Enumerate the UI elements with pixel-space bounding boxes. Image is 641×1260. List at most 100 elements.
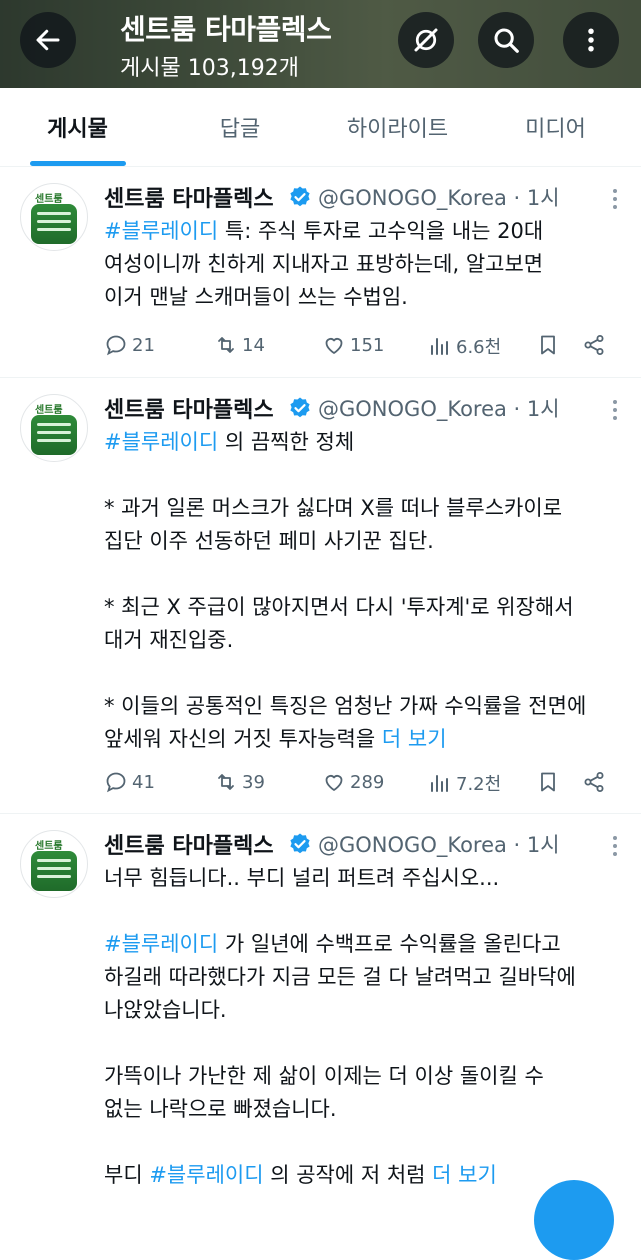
hashtag-link[interactable]: #블루레이디 bbox=[149, 1163, 263, 1187]
reply-button[interactable]: 21 bbox=[104, 333, 155, 357]
profile-header: 센트룸 타마플렉스 게시물 103,192개 bbox=[0, 0, 641, 88]
show-more-link[interactable]: 더 보기 bbox=[382, 727, 447, 751]
heart-icon bbox=[325, 338, 343, 354]
post-line-text: * 최근 X 주급이 많아지면서 다시 '투자계'로 위장해서 bbox=[104, 595, 574, 619]
reply-button[interactable]: 41 bbox=[104, 770, 155, 794]
profile-tabs: 게시물 답글 하이라이트 미디어 bbox=[0, 88, 641, 167]
post-line-text: 너무 힘듭니다.. 부디 널리 퍼트려 주십시오... bbox=[104, 866, 500, 890]
post-more-icon[interactable] bbox=[611, 400, 619, 422]
post-line bbox=[104, 459, 624, 492]
back-button[interactable] bbox=[20, 12, 76, 68]
post-line: 없는 나락으로 빠졌습니다. bbox=[104, 1093, 624, 1126]
grok-button[interactable] bbox=[398, 12, 454, 68]
reply-count: 41 bbox=[132, 771, 155, 793]
tab-posts[interactable]: 게시물 bbox=[0, 88, 155, 166]
post-line-text: 없는 나락으로 빠졌습니다. bbox=[104, 1097, 337, 1121]
share-button[interactable] bbox=[582, 333, 610, 357]
share-icon bbox=[584, 335, 604, 355]
search-button[interactable] bbox=[478, 12, 534, 68]
product-image bbox=[31, 204, 77, 244]
tab-media[interactable]: 미디어 bbox=[470, 88, 641, 166]
like-button[interactable]: 289 bbox=[322, 770, 384, 794]
like-count: 151 bbox=[350, 334, 385, 356]
post-line-text: 이거 맨날 스캐머들이 쓰는 수법임. bbox=[104, 285, 408, 309]
tab-highlights-label: 하이라이트 bbox=[346, 117, 449, 142]
bookmark-button[interactable] bbox=[536, 770, 564, 794]
post-line bbox=[104, 657, 624, 690]
verified-badge-icon bbox=[290, 833, 310, 854]
more-options-button[interactable] bbox=[563, 12, 619, 68]
author-handle[interactable]: @GONOGO_Korea · 1시 bbox=[318, 182, 560, 212]
views-button[interactable]: 7.2천 bbox=[428, 770, 501, 796]
views-button[interactable]: 6.6천 bbox=[428, 333, 501, 359]
avatar-logo: 센트룸 bbox=[35, 405, 63, 416]
bookmark-button[interactable] bbox=[536, 333, 564, 357]
like-count: 289 bbox=[350, 771, 385, 793]
post-actions: 21 14 151 6.6천 bbox=[104, 333, 624, 363]
author-handle[interactable]: @GONOGO_Korea · 1시 bbox=[318, 829, 560, 859]
repost-button[interactable]: 39 bbox=[214, 770, 265, 794]
post-line: * 최근 X 주급이 많아지면서 다시 '투자계'로 위장해서 bbox=[104, 591, 624, 624]
post-line: 부디 #블루레이디 의 공작에 저 처럼 더 보기 bbox=[104, 1159, 624, 1192]
post-line: #블루레이디 가 일년에 수백프로 수익률을 올린다고 bbox=[104, 928, 624, 961]
post-line-text: 여성이니까 친하게 지내자고 표방하는데, 알고보면 bbox=[104, 252, 544, 276]
author-name[interactable]: 센트룸 타마플렉스 bbox=[104, 392, 274, 424]
repost-count: 39 bbox=[242, 771, 265, 793]
avatar[interactable]: 센트룸 bbox=[20, 183, 88, 251]
verified-badge-icon bbox=[290, 186, 310, 207]
post-text: #블루레이디 특: 주식 투자로 고수익을 내는 20대 여성이니까 친하게 지… bbox=[104, 215, 624, 314]
view-count: 6.6천 bbox=[456, 337, 502, 358]
post-line-text: 특: 주식 투자로 고수익을 내는 20대 bbox=[218, 219, 544, 243]
views-chart-icon bbox=[431, 338, 448, 355]
share-icon bbox=[584, 772, 604, 792]
post-line: 가뜩이나 가난한 제 삶이 이제는 더 이상 돌이킬 수 bbox=[104, 1060, 624, 1093]
hashtag-link[interactable]: #블루레이디 bbox=[104, 430, 218, 454]
product-image bbox=[31, 415, 77, 455]
show-more-link[interactable]: 더 보기 bbox=[432, 1163, 497, 1187]
avatar[interactable]: 센트룸 bbox=[20, 394, 88, 462]
bookmark-icon bbox=[541, 335, 555, 355]
active-tab-indicator bbox=[29, 161, 126, 166]
like-button[interactable]: 151 bbox=[322, 333, 384, 357]
post-item[interactable]: 센트룸 센트룸 타마플렉스 @GONOGO_Korea · 1시 #블루레이디 … bbox=[0, 378, 641, 814]
post-line-text: 가 일년에 수백프로 수익률을 올린다고 bbox=[218, 932, 561, 956]
tab-replies-label: 답글 bbox=[219, 117, 261, 142]
product-image bbox=[31, 851, 77, 891]
page-title: 센트룸 타마플렉스 bbox=[120, 13, 332, 46]
post-line-text: 하길래 따라했다가 지금 모든 걸 다 날려먹고 길바닥에 bbox=[104, 965, 576, 989]
post-item[interactable]: 센트룸 센트룸 타마플렉스 @GONOGO_Korea · 1시 #블루레이디 … bbox=[0, 167, 641, 378]
post-line bbox=[104, 1027, 624, 1060]
back-arrow-icon bbox=[36, 29, 60, 51]
repost-button[interactable]: 14 bbox=[214, 333, 265, 357]
post-line-text: 대거 재진입중. bbox=[104, 628, 234, 652]
post-line: * 이들의 공통적인 특징은 엄청난 가짜 수익률을 전면에 bbox=[104, 690, 624, 723]
post-line-text: * 이들의 공통적인 특징은 엄청난 가짜 수익률을 전면에 bbox=[104, 694, 587, 718]
hashtag-link[interactable]: #블루레이디 bbox=[104, 932, 218, 956]
post-line-text: 의 끔찍한 정체 bbox=[218, 430, 355, 454]
avatar[interactable]: 센트룸 bbox=[20, 830, 88, 898]
author-name[interactable]: 센트룸 타마플렉스 bbox=[104, 181, 274, 213]
reply-count: 21 bbox=[132, 334, 155, 356]
view-count: 7.2천 bbox=[456, 774, 502, 795]
tab-replies[interactable]: 답글 bbox=[155, 88, 325, 166]
post-line: #블루레이디 의 끔찍한 정체 bbox=[104, 426, 624, 459]
post-more-icon[interactable] bbox=[611, 189, 619, 211]
tab-media-label: 미디어 bbox=[525, 117, 586, 142]
author-handle[interactable]: @GONOGO_Korea · 1시 bbox=[318, 393, 560, 423]
post-item[interactable]: 센트룸 센트룸 타마플렉스 @GONOGO_Korea · 1시 너무 힘듭니다… bbox=[0, 814, 641, 1200]
heart-icon bbox=[325, 775, 343, 791]
author-name[interactable]: 센트룸 타마플렉스 bbox=[104, 828, 274, 860]
post-line bbox=[104, 1126, 624, 1159]
post-text: 너무 힘듭니다.. 부디 널리 퍼트려 주십시오... #블루레이디 가 일년에… bbox=[104, 862, 624, 1192]
tab-highlights[interactable]: 하이라이트 bbox=[325, 88, 470, 166]
post-line bbox=[104, 895, 624, 928]
post-more-icon[interactable] bbox=[611, 836, 619, 858]
avatar-logo: 센트룸 bbox=[35, 194, 63, 205]
post-actions: 41 39 289 7.2천 bbox=[104, 770, 624, 800]
hashtag-link[interactable]: #블루레이디 bbox=[104, 219, 218, 243]
share-button[interactable] bbox=[582, 770, 610, 794]
post-count: 게시물 103,192개 bbox=[120, 56, 299, 81]
grok-icon bbox=[414, 28, 438, 52]
compose-post-button[interactable] bbox=[534, 1180, 614, 1260]
search-icon bbox=[494, 28, 519, 53]
